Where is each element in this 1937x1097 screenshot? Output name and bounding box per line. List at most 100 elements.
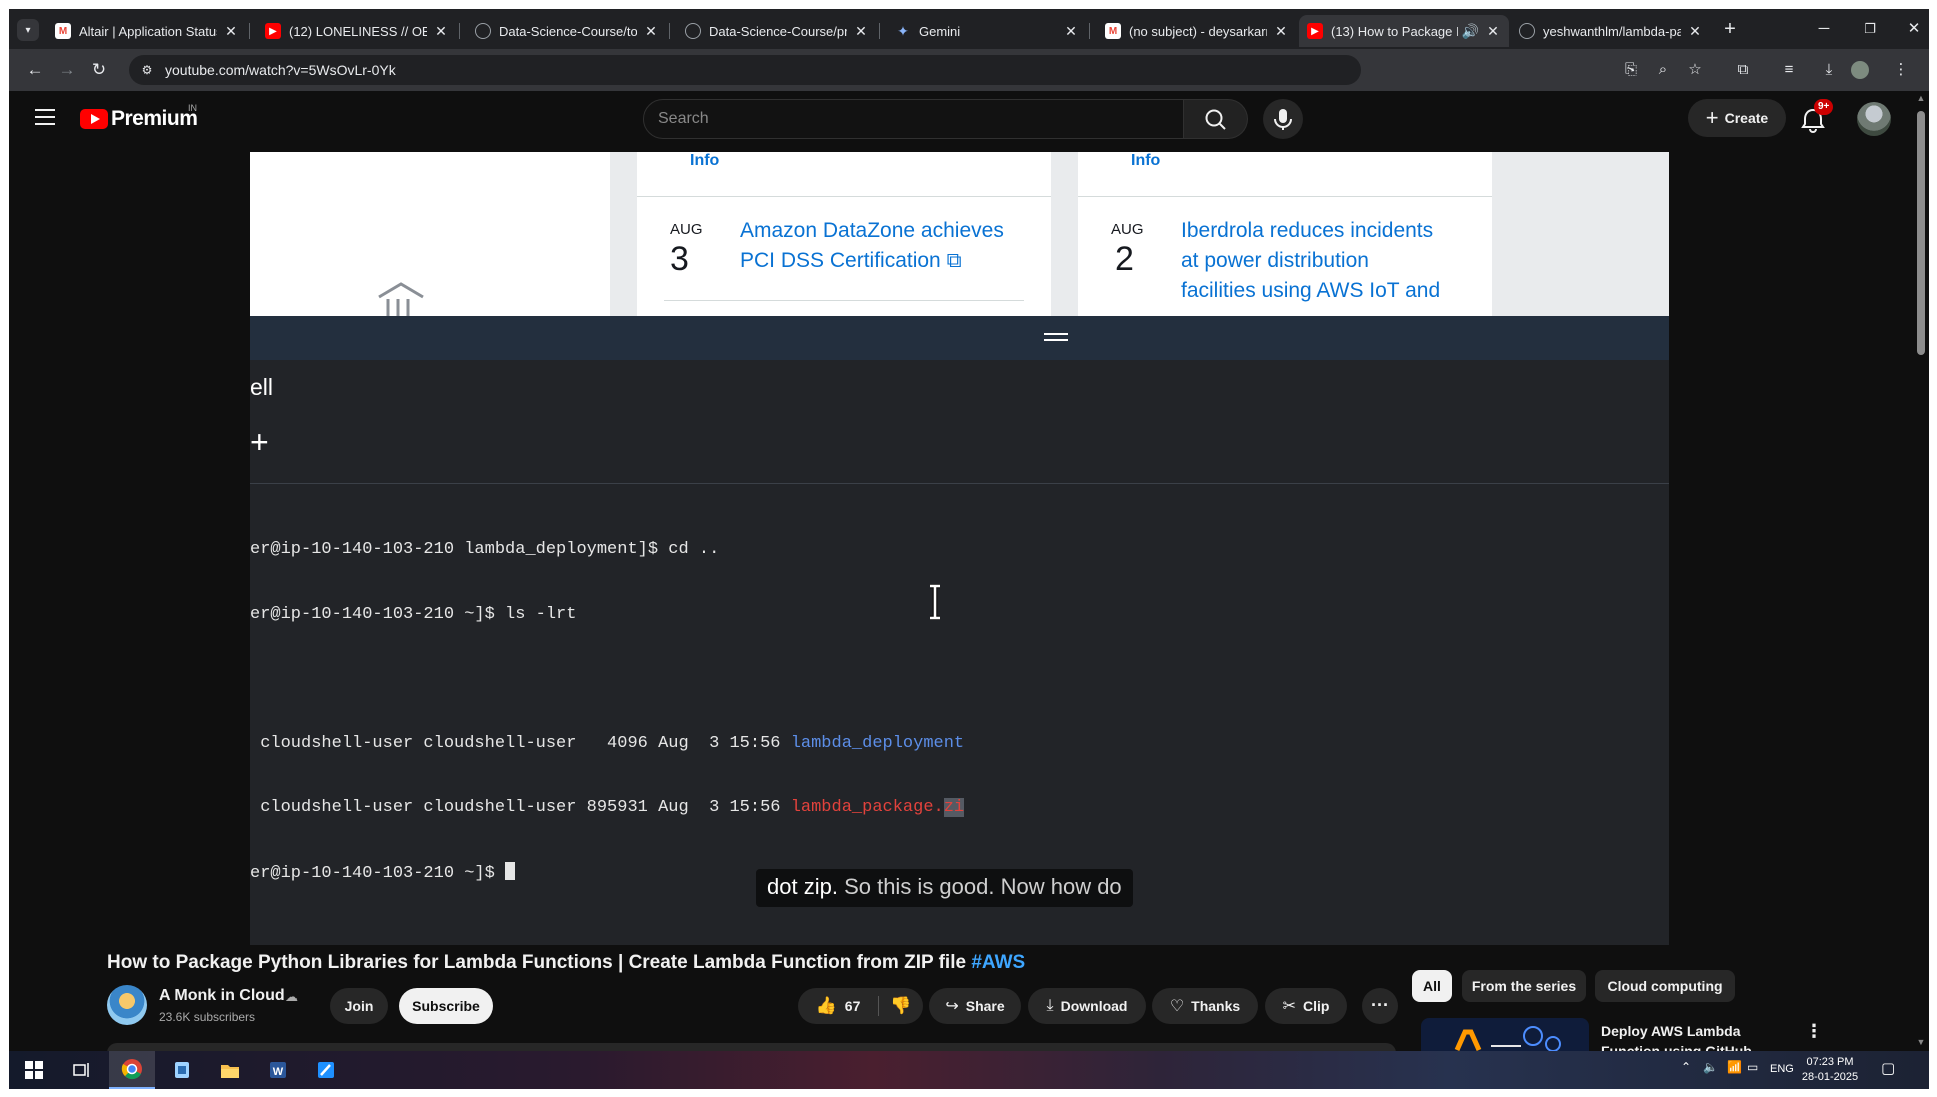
battery-icon[interactable]: ▭ — [1747, 1060, 1758, 1074]
close-tab-icon[interactable]: ✕ — [643, 23, 659, 40]
close-tab-icon[interactable]: ✕ — [1485, 23, 1501, 40]
search-button[interactable] — [1184, 99, 1248, 139]
like-button[interactable]: 👍 67 — [798, 988, 878, 1024]
headline-line: Iberdrola reduces incidents — [1181, 219, 1434, 242]
more-actions-button[interactable]: ··· — [1362, 988, 1398, 1024]
app-taskbar-icon[interactable] — [159, 1051, 205, 1089]
tab-altair[interactable]: M Altair | Application Status ✕ — [47, 15, 247, 47]
notification-center-icon[interactable]: ▢ — [1881, 1059, 1895, 1077]
restore-button[interactable]: ❐ — [1855, 17, 1885, 41]
extensions-icon[interactable]: ⧉ — [1731, 58, 1755, 82]
forward-button[interactable]: → — [55, 58, 79, 82]
zoom-icon[interactable]: ⌕ — [1651, 58, 1675, 82]
country-code: IN — [188, 103, 197, 113]
downloads-icon[interactable]: ⤓ — [1817, 58, 1841, 82]
tab-search-button[interactable]: ▾ — [17, 19, 39, 41]
profile-avatar[interactable] — [1851, 61, 1869, 79]
download-button[interactable]: ⤓ Download — [1028, 988, 1146, 1024]
chip-all[interactable]: All — [1412, 970, 1452, 1002]
paint-icon[interactable] — [303, 1051, 349, 1089]
clip-button[interactable]: ✂ Clip — [1265, 988, 1347, 1024]
chrome-taskbar-icon[interactable] — [109, 1051, 155, 1089]
channel-avatar[interactable] — [107, 985, 147, 1025]
hashtag-link[interactable]: #AWS — [971, 952, 1025, 973]
page-scrollbar[interactable]: ▲ ▼ — [1913, 91, 1929, 1051]
language-indicator[interactable]: ENG — [1770, 1063, 1794, 1075]
create-button[interactable]: + Create — [1688, 99, 1786, 137]
task-view-icon[interactable] — [59, 1051, 105, 1089]
new-tab-button[interactable]: + — [1715, 17, 1745, 41]
windows-start-icon[interactable] — [11, 1051, 57, 1089]
info-link: Info — [690, 152, 720, 169]
volume-icon[interactable]: 🔈 — [1703, 1060, 1718, 1074]
guide-menu-icon[interactable] — [35, 109, 55, 125]
scroll-down-arrow-icon[interactable]: ▼ — [1915, 1037, 1927, 1047]
bookmark-star-icon[interactable]: ☆ — [1683, 58, 1707, 82]
site-info-icon[interactable]: ⚙ — [139, 62, 155, 78]
tab-loneliness[interactable]: ▶ (12) LONELINESS // OBITO ✕ — [257, 15, 457, 47]
tab-title: Data-Science-Course/topi — [499, 23, 637, 39]
youtube-premium-logo[interactable]: Premium — [80, 107, 198, 131]
close-tab-icon[interactable]: ✕ — [853, 23, 869, 40]
word-icon[interactable]: W — [255, 1051, 301, 1089]
tab-divider — [249, 23, 250, 39]
headline-line: PCI DSS Certification ⧉ — [740, 249, 962, 272]
close-tab-icon[interactable]: ✕ — [223, 23, 239, 40]
media-controls-icon[interactable]: ≡ — [1777, 58, 1801, 82]
reload-button[interactable]: ↻ — [87, 58, 111, 82]
like-dislike-group: 👍 67 👎 — [798, 988, 923, 1024]
system-clock[interactable]: 07:23 PM 28-01-2025 — [1800, 1055, 1860, 1085]
github-icon — [1519, 23, 1535, 39]
headline-line: facilities using AWS IoT and — [1181, 279, 1441, 302]
scrollbar-thumb[interactable] — [1917, 111, 1925, 355]
thumbs-up-icon: 👍 — [815, 996, 837, 1015]
tab-gemini[interactable]: ✦ Gemini ✕ — [887, 15, 1087, 47]
scroll-up-arrow-icon[interactable]: ▲ — [1915, 93, 1927, 103]
share-button[interactable]: ↪ Share — [929, 988, 1021, 1024]
youtube-icon: ▶ — [1307, 23, 1323, 39]
thanks-button[interactable]: ♡ Thanks — [1152, 988, 1258, 1024]
close-window-button[interactable]: ✕ — [1899, 17, 1929, 41]
close-tab-icon[interactable]: ✕ — [433, 23, 449, 40]
tab-how-to-package[interactable]: ▶ (13) How to Package I 🔊 ✕ — [1299, 15, 1509, 47]
browser-menu-icon[interactable]: ⋮ — [1889, 58, 1913, 82]
file-explorer-icon[interactable] — [207, 1051, 253, 1089]
youtube-icon: ▶ — [265, 23, 281, 39]
search-input[interactable] — [658, 109, 1158, 129]
tab-data-science-topics[interactable]: Data-Science-Course/topi ✕ — [467, 15, 667, 47]
join-button[interactable]: Join — [330, 988, 388, 1024]
voice-search-button[interactable] — [1263, 99, 1303, 139]
video-player[interactable]: Info AUG 3 Amazon DataZone achieves PCI … — [250, 152, 1669, 945]
news-month: AUG — [670, 221, 703, 238]
minimize-button[interactable]: ─ — [1809, 17, 1839, 41]
account-avatar[interactable] — [1857, 102, 1891, 136]
terminal-output: er@ip-10-140-103-210 lambda_deployment]$… — [250, 496, 1669, 926]
install-app-icon[interactable]: ⎘ — [1619, 58, 1643, 82]
scissors-icon: ✂ — [1282, 998, 1296, 1015]
terminal-line: er@ip-10-140-103-210 ~]$ ls -lrt — [250, 604, 577, 624]
news-headline: Iberdrola reduces incidents at power dis… — [1181, 216, 1440, 306]
back-button[interactable]: ← — [23, 58, 47, 82]
youtube-play-icon — [80, 109, 108, 129]
show-hidden-icons-icon[interactable]: ⌃ — [1681, 1060, 1691, 1074]
tab-title: (no subject) - deysarkarro — [1129, 23, 1267, 39]
channel-name[interactable]: A Monk in Cloud — [159, 987, 285, 1005]
wifi-icon[interactable]: 📶 — [1727, 1060, 1742, 1074]
close-tab-icon[interactable]: ✕ — [1273, 23, 1289, 40]
subscribe-button[interactable]: Subscribe — [399, 988, 493, 1024]
tab-data-science-pre[interactable]: Data-Science-Course/pre ✕ — [677, 15, 877, 47]
recommendation-menu-icon[interactable]: ⋮ — [1805, 1021, 1823, 1042]
search-box — [643, 99, 1184, 139]
address-bar[interactable]: ⚙ youtube.com/watch?v=5WsOvLr-0Yk — [129, 55, 1361, 85]
notification-count-badge: 9+ — [1814, 99, 1834, 115]
chip-cloud-computing[interactable]: Cloud computing — [1595, 970, 1735, 1002]
dislike-button[interactable]: 👎 — [879, 988, 923, 1024]
close-tab-icon[interactable]: ✕ — [1687, 23, 1703, 40]
tab-lambda-package-repo[interactable]: yeshwanthlm/lambda-pa ✕ — [1511, 15, 1711, 47]
tab-no-subject[interactable]: M (no subject) - deysarkarro ✕ — [1097, 15, 1297, 47]
drag-handle-icon — [1044, 333, 1068, 335]
close-tab-icon[interactable]: ✕ — [1063, 23, 1079, 40]
speaker-icon[interactable]: 🔊 — [1462, 23, 1479, 40]
chip-from-the-series[interactable]: From the series — [1462, 970, 1586, 1002]
text-cursor-icon — [930, 584, 940, 620]
